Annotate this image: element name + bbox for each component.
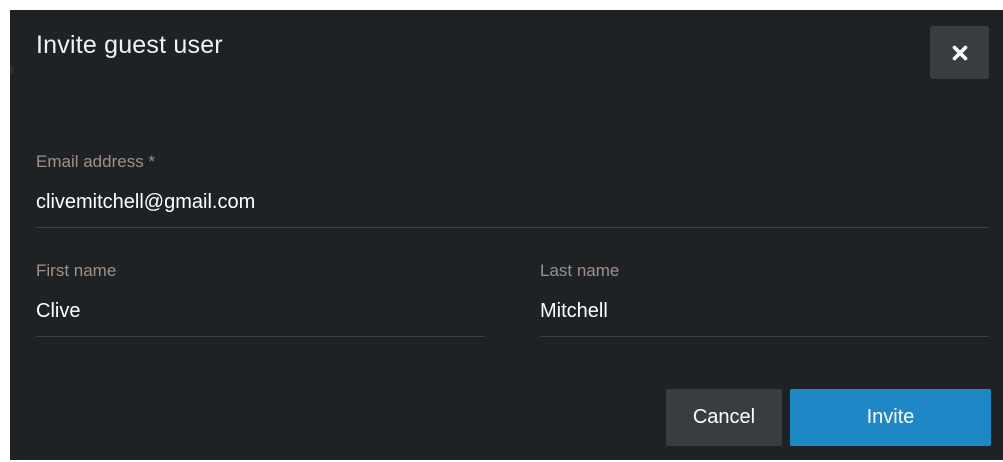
first-name-underline	[36, 336, 485, 337]
first-name-input[interactable]	[36, 297, 476, 325]
invite-guest-dialog: Invite guest user Email address * First …	[10, 10, 1003, 460]
last-name-input[interactable]	[540, 297, 980, 325]
close-icon	[952, 45, 968, 61]
invite-button[interactable]: Invite	[790, 389, 991, 446]
dialog-title: Invite guest user	[36, 31, 223, 59]
dialog-edge-handle	[10, 66, 14, 74]
email-input[interactable]	[36, 188, 976, 216]
last-name-label: Last name	[540, 261, 620, 280]
first-name-label: First name	[36, 261, 117, 280]
email-label: Email address *	[36, 152, 156, 171]
cancel-button[interactable]: Cancel	[666, 389, 782, 446]
email-underline	[36, 227, 989, 228]
close-button[interactable]	[930, 26, 989, 79]
last-name-underline	[540, 336, 989, 337]
